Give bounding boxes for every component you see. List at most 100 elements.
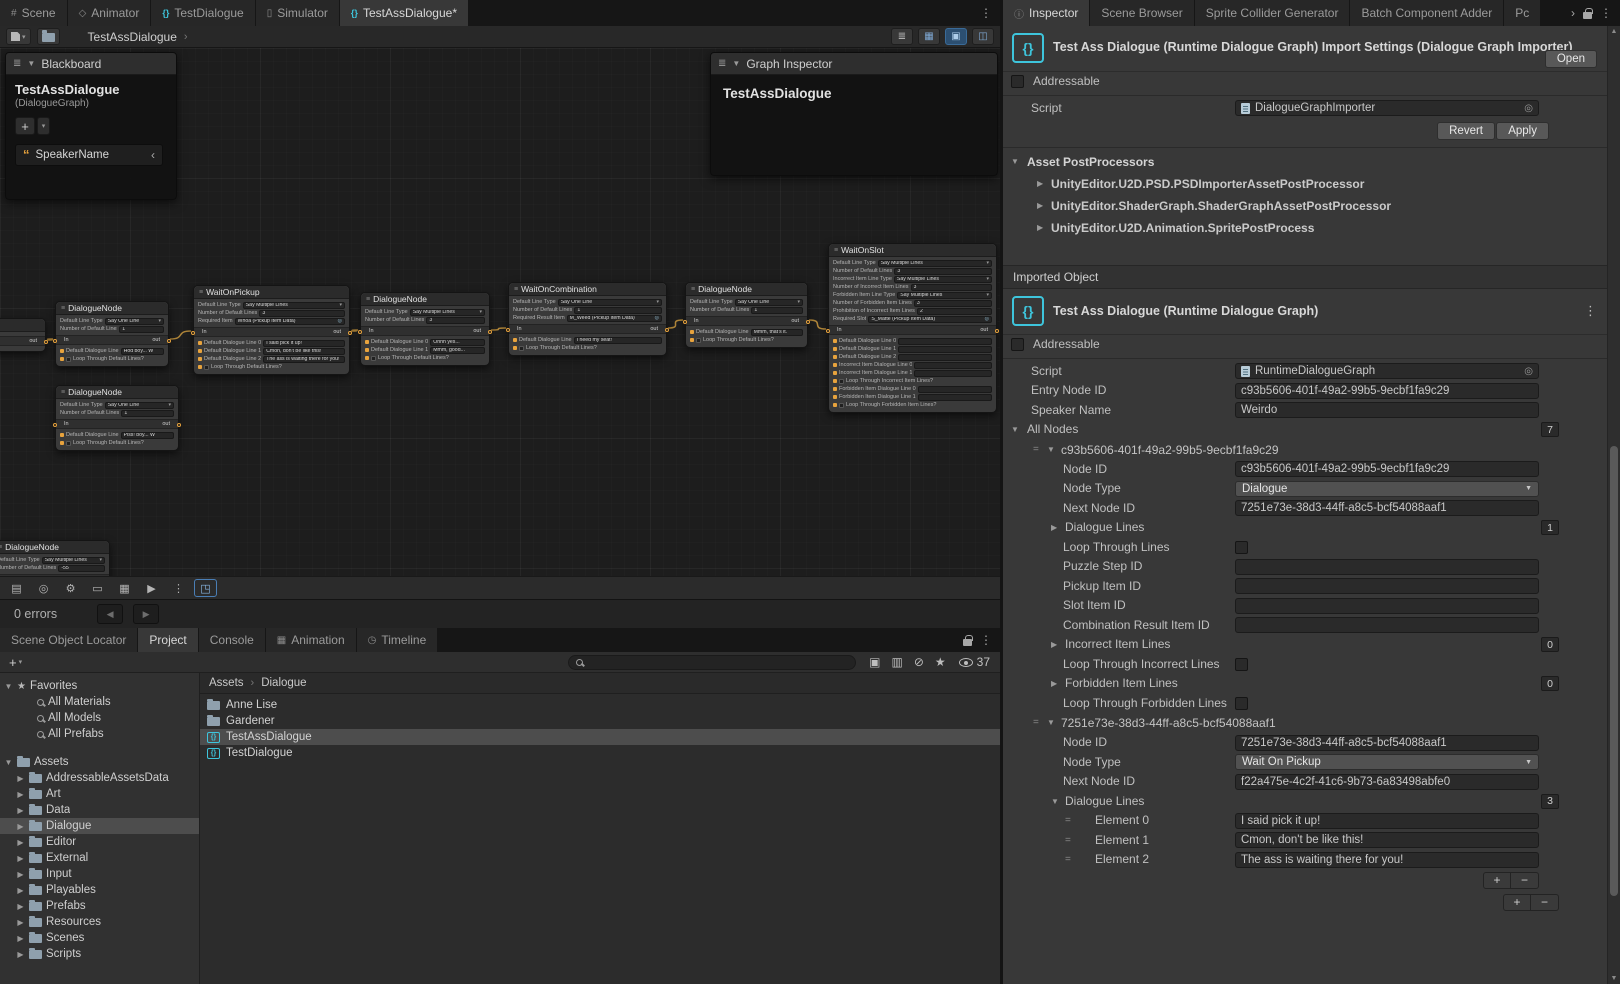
line-field[interactable] xyxy=(914,362,992,369)
graph-node-title[interactable]: ≡WaitOnSlot xyxy=(829,244,996,257)
node-id-field[interactable]: c93b5606-401f-49a2-99b5-9ecbf1fa9c29 xyxy=(1235,461,1539,477)
output-port-icon[interactable] xyxy=(177,423,181,427)
remove-element-button[interactable]: − xyxy=(1531,895,1558,910)
output-port-icon[interactable] xyxy=(348,331,352,335)
object-picker-icon[interactable]: ◎ xyxy=(655,315,659,321)
kebab-menu-icon[interactable]: ⋮ xyxy=(980,633,992,647)
folder-external[interactable]: ▶External xyxy=(0,850,199,866)
lock-icon[interactable] xyxy=(1583,12,1592,19)
scrollbar-thumb[interactable] xyxy=(1610,446,1618,896)
output-port-icon[interactable] xyxy=(995,329,999,333)
tree-caret-icon[interactable]: ▼ xyxy=(4,758,13,767)
object-picker-icon[interactable]: ◎ xyxy=(1524,366,1533,377)
next-node-id-field[interactable]: 7251e73e-38d3-44ff-a8c5-bcf54088aaf1 xyxy=(1235,500,1539,516)
breadcrumb-item[interactable]: TestAssDialogue xyxy=(88,30,177,44)
open-folder-button[interactable] xyxy=(37,28,60,45)
open-button[interactable]: Open xyxy=(1545,50,1597,68)
graph-node-title[interactable]: ≡DialogueNode xyxy=(361,293,489,306)
output-port-icon[interactable] xyxy=(44,340,48,344)
tab-scene[interactable]: #Scene xyxy=(0,0,68,26)
foldout-caret[interactable]: ▶ xyxy=(1037,217,1043,239)
asset-item-gardener[interactable]: Gardener xyxy=(200,713,1000,729)
entry-node-id-field[interactable]: c93b5606-401f-49a2-99b5-9ecbf1fa9c29 xyxy=(1235,383,1539,399)
create-asset-button[interactable]: + ▾ xyxy=(6,655,25,670)
tree-caret-icon[interactable]: ▶ xyxy=(16,854,25,863)
node-id-field[interactable]: 7251e73e-38d3-44ff-a8c5-bcf54088aaf1 xyxy=(1235,735,1539,751)
object-picker-icon[interactable]: ◎ xyxy=(1524,103,1533,114)
tree-caret-icon[interactable]: ▶ xyxy=(16,822,25,831)
next-node-id-field[interactable]: f22a475e-4c2f-41c6-9b73-6a83498abfe0 xyxy=(1235,774,1539,790)
addressable-checkbox[interactable] xyxy=(1011,338,1024,351)
list-menu-button[interactable]: ≣ xyxy=(891,28,913,45)
add-element-button[interactable]: + xyxy=(1504,895,1531,910)
node-field[interactable]: Say Multiple Lines▾ xyxy=(894,276,992,283)
chevron-left-icon[interactable]: ‹ xyxy=(151,148,155,162)
count-field[interactable]: 1 xyxy=(1541,520,1559,535)
asset-item-testassdialogue[interactable]: TestAssDialogue xyxy=(200,729,1000,745)
node-checkbox[interactable] xyxy=(204,365,209,370)
input-port-icon[interactable] xyxy=(358,330,362,334)
asset-item-testdialogue[interactable]: TestDialogue xyxy=(200,745,1000,761)
node-checkbox[interactable] xyxy=(696,338,701,343)
tab-pc[interactable]: Pc xyxy=(1504,0,1541,26)
frame-view-icon[interactable]: ▣ xyxy=(945,28,967,45)
output-port-icon[interactable] xyxy=(488,330,492,334)
postprocessor-item[interactable]: ▶UnityEditor.U2D.PSD.PSDImporterAssetPos… xyxy=(1003,173,1607,195)
hidden-packages-icon[interactable]: ⊘ xyxy=(914,655,924,669)
search-input[interactable] xyxy=(568,655,856,670)
tree-caret-icon[interactable]: ▶ xyxy=(16,838,25,847)
frame-capture-icon[interactable]: ◳ xyxy=(194,579,217,597)
folder-scripts[interactable]: ▶Scripts xyxy=(0,946,199,962)
folder-playables[interactable]: ▶Playables xyxy=(0,882,199,898)
graph-node-startnode[interactable]: ≡StartNodeout xyxy=(0,318,46,352)
tree-caret-icon[interactable]: ▼ xyxy=(4,682,13,691)
input-port-icon[interactable] xyxy=(826,329,830,333)
input-port-icon[interactable] xyxy=(53,423,57,427)
split-view-icon[interactable]: ◫ xyxy=(972,28,994,45)
node-field[interactable]: 3 xyxy=(914,300,992,307)
save-search-icon[interactable]: ▣ xyxy=(869,655,880,669)
node-field[interactable]: 1 xyxy=(751,307,803,314)
graph-node-dialoguenode[interactable]: ≡DialogueNodeDefault Line TypeSay One Li… xyxy=(55,301,169,367)
folder-prefabs[interactable]: ▶Prefabs xyxy=(0,898,199,914)
graph-node-title[interactable]: ≡DialogueNode xyxy=(0,541,109,554)
line-field[interactable] xyxy=(898,354,992,361)
node-checkbox[interactable] xyxy=(839,403,844,408)
addressable-checkbox[interactable] xyxy=(1011,75,1024,88)
tree-item-all-prefabs[interactable]: All Prefabs xyxy=(0,726,199,742)
puzzle-step-id-field[interactable] xyxy=(1235,559,1539,575)
graph-node-title[interactable]: ≡DialogueNode xyxy=(56,302,168,315)
line-field[interactable]: Piss! boy... W xyxy=(121,432,174,439)
output-port-icon[interactable] xyxy=(665,328,669,332)
graph-node-waitonpickup[interactable]: ≡WaitOnPickupDefault Line TypeSay Multip… xyxy=(193,285,350,375)
foldout-caret[interactable]: ▼ xyxy=(1011,151,1019,173)
node-field[interactable]: Say Multiple Lines▾ xyxy=(243,302,345,309)
line-field[interactable] xyxy=(898,338,992,345)
node-field[interactable]: Say One Line▾ xyxy=(105,318,164,325)
loop-through-incorrect-lines-checkbox[interactable] xyxy=(1235,658,1248,671)
grid-view-icon[interactable]: ▦ xyxy=(918,28,940,45)
tree-caret-icon[interactable]: ▶ xyxy=(16,902,25,911)
node-field[interactable]: 3 xyxy=(911,284,992,291)
loop-through-forbidden-lines-checkbox[interactable] xyxy=(1235,697,1248,710)
node-type-dropdown[interactable]: Wait On Pickup▼ xyxy=(1235,754,1539,770)
input-port-icon[interactable] xyxy=(53,339,57,343)
assets-root[interactable]: ▼Assets xyxy=(0,754,199,770)
folder-art[interactable]: ▶Art xyxy=(0,786,199,802)
line-field[interactable]: Ohhh yes... xyxy=(430,339,485,346)
foldout-caret[interactable]: ▶ xyxy=(1051,518,1057,538)
more-tabs-icon[interactable]: › xyxy=(1571,6,1575,20)
revert-button[interactable]: Revert xyxy=(1437,122,1495,140)
tree-caret-icon[interactable]: ▶ xyxy=(16,870,25,879)
object-picker-icon[interactable]: ◎ xyxy=(985,316,989,322)
breadcrumb-current[interactable]: Dialogue xyxy=(261,677,306,689)
folder-addressableassetsdata[interactable]: ▶AddressableAssetsData xyxy=(0,770,199,786)
element-0-field[interactable]: I said pick it up! xyxy=(1235,813,1539,829)
object-field[interactable]: S_Matte (Pickup Item Data)◎ xyxy=(868,316,992,323)
tab-inspector[interactable]: ⓘInspector xyxy=(1003,0,1090,26)
node-field[interactable]: 1 xyxy=(121,410,174,417)
node-field[interactable]: Say Multiple Lines▾ xyxy=(878,260,992,267)
kebab-menu-icon[interactable]: ⋮ xyxy=(1600,6,1612,20)
node-type-dropdown[interactable]: Dialogue▼ xyxy=(1235,481,1539,497)
line-field[interactable] xyxy=(918,394,992,401)
